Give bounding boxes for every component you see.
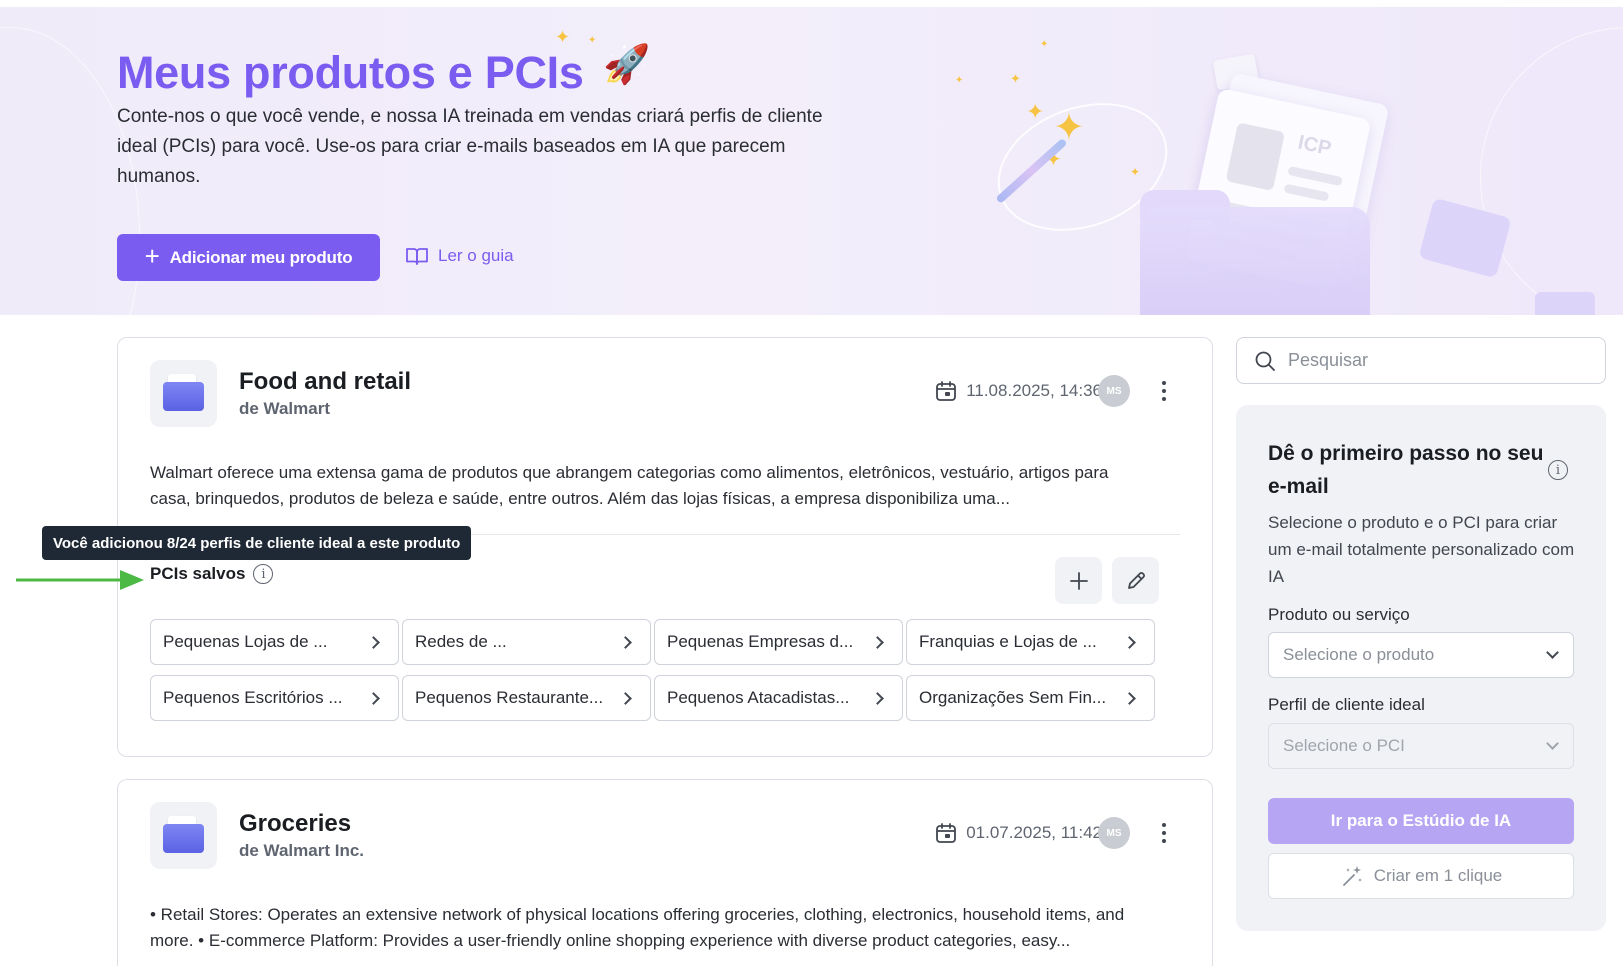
chevron-right-icon	[367, 635, 380, 649]
add-pci-button[interactable]	[1055, 557, 1102, 604]
document-line	[1283, 183, 1330, 202]
avatar: MS	[1098, 817, 1130, 849]
folder-body	[163, 824, 204, 853]
pci-chip[interactable]: Organizações Sem Fin...	[906, 675, 1155, 721]
icp-select-label: Perfil de cliente ideal	[1268, 695, 1425, 714]
product-folder-icon	[150, 802, 217, 869]
chevron-right-icon	[619, 635, 632, 649]
pci-chip-label: Pequenas Lojas de ...	[163, 632, 328, 651]
magic-wand-icon	[1342, 866, 1362, 886]
go-to-ai-studio-button[interactable]: Ir para o Estúdio de IA	[1268, 798, 1574, 844]
chevron-down-icon	[1546, 737, 1559, 750]
panel-title: Dê o primeiro passo no seu e-mail	[1268, 442, 1544, 498]
product-company: de Walmart Inc.	[239, 841, 365, 860]
hero-description: Conte-nos o que você vende, e nossa IA t…	[117, 106, 823, 187]
pci-chip[interactable]: Franquias e Lojas de ...	[906, 619, 1155, 665]
add-product-button[interactable]: + Adicionar meu produto	[117, 234, 380, 281]
email-starter-panel: Dê o primeiro passo no seu e-mail i Sele…	[1236, 405, 1606, 931]
edit-pcis-button[interactable]	[1112, 557, 1159, 604]
icp-select-placeholder: Selecione o PCI	[1283, 736, 1405, 755]
search-input[interactable]	[1288, 350, 1588, 371]
pci-chip-label: Pequenos Escritórios ...	[163, 688, 343, 707]
book-icon	[406, 248, 428, 265]
product-description: Walmart oferece uma extensa gama de prod…	[150, 463, 1109, 508]
rocket-icon: 🚀	[603, 44, 651, 86]
sparkle-icon: ✦	[955, 75, 964, 86]
more-options-icon[interactable]	[1160, 379, 1168, 403]
pci-chip-label: Pequenas Empresas d...	[667, 632, 854, 651]
product-select[interactable]: Selecione o produto	[1268, 632, 1574, 678]
search-icon	[1255, 351, 1275, 371]
product-date-text: 11.08.2025, 14:36	[966, 381, 1102, 400]
chevron-down-icon	[1546, 646, 1559, 659]
sparkle-icon: ✦	[1010, 71, 1021, 86]
more-options-icon[interactable]	[1160, 821, 1168, 845]
product-select-label: Produto ou serviço	[1268, 605, 1410, 624]
calendar-icon	[936, 381, 957, 401]
product-folder-icon	[150, 360, 217, 427]
pci-chip[interactable]: Redes de ...	[402, 619, 651, 665]
sparkle-icon: ✦	[555, 27, 571, 47]
folder-body	[163, 382, 204, 411]
saved-pcis-heading: PCIs salvos i	[150, 564, 274, 584]
product-description: • Retail Stores: Operates an extensive n…	[150, 905, 1125, 950]
read-guide-link[interactable]: Ler o guia	[405, 246, 514, 266]
folder-icon	[1535, 292, 1595, 315]
chevron-right-icon	[1123, 691, 1136, 705]
one-click-label: Criar em 1 clique	[1373, 866, 1503, 885]
info-icon[interactable]: i	[253, 564, 274, 584]
product-title[interactable]: Food and retail	[239, 368, 411, 396]
info-icon[interactable]: i	[1548, 460, 1568, 480]
pci-chip[interactable]: Pequenos Restaurante...	[402, 675, 651, 721]
add-product-label: Adicionar meu produto	[169, 247, 353, 267]
sparkle-icon: ✦	[588, 35, 597, 46]
pci-chip[interactable]: Pequenas Empresas d...	[654, 619, 903, 665]
chevron-right-icon	[871, 635, 884, 649]
read-guide-label: Ler o guia	[438, 246, 514, 265]
saved-pcis-label: PCIs salvos	[150, 564, 246, 583]
calendar-icon	[936, 823, 957, 843]
chevron-right-icon	[871, 691, 884, 705]
pencil-icon	[1127, 571, 1145, 589]
plus-icon: +	[144, 241, 160, 271]
pci-chip-label: Pequenos Atacadistas...	[667, 688, 850, 707]
one-click-create-button[interactable]: Criar em 1 clique	[1268, 853, 1574, 899]
product-date: 11.08.2025, 14:36	[934, 379, 1102, 403]
chevron-right-icon	[619, 691, 632, 705]
sparkle-icon: ✦	[1040, 39, 1049, 50]
pci-chip-label: Pequenos Restaurante...	[415, 688, 604, 707]
pci-chip-label: Franquias e Lojas de ...	[919, 632, 1097, 651]
product-title[interactable]: Groceries	[239, 810, 351, 838]
search-field[interactable]	[1236, 337, 1606, 384]
chevron-right-icon	[367, 691, 380, 705]
document-line	[1287, 165, 1343, 187]
pci-chip-label: Redes de ...	[415, 632, 507, 651]
annotation-arrow-icon	[16, 570, 144, 590]
avatar: MS	[1098, 375, 1130, 407]
pci-chip-label: Organizações Sem Fin...	[919, 688, 1107, 707]
pcis-count-tooltip: Você adicionou 8/24 perfis de cliente id…	[42, 526, 472, 560]
icp-badge: ICP	[1295, 131, 1334, 160]
product-company: de Walmart	[239, 399, 331, 418]
pci-chip[interactable]: Pequenas Lojas de ...	[150, 619, 399, 665]
icp-select[interactable]: Selecione o PCI	[1268, 723, 1574, 769]
chevron-right-icon	[1123, 635, 1136, 649]
panel-description: Selecione o produto e o PCI para criar u…	[1268, 513, 1575, 586]
folder-icon	[1418, 197, 1512, 279]
product-card[interactable]: Groceries de Walmart Inc. 01.07.2025, 11…	[117, 779, 1213, 966]
product-select-placeholder: Selecione o produto	[1283, 645, 1435, 664]
hero-illustration: ✦ ✦ ✦ ✦ ✦ ✦ ✦ ICP	[950, 27, 1623, 315]
product-date: 01.07.2025, 11:42	[934, 821, 1102, 845]
plus-icon	[1069, 571, 1088, 590]
pci-chip[interactable]: Pequenos Escritórios ...	[150, 675, 399, 721]
hero-banner: Meus produtos e PCIs ✦ ✦ 🚀 Conte-nos o q…	[0, 7, 1623, 315]
pci-chip[interactable]: Pequenos Atacadistas...	[654, 675, 903, 721]
document-avatar	[1225, 122, 1286, 192]
product-date-text: 01.07.2025, 11:42	[966, 823, 1102, 842]
page-title: Meus produtos e PCIs	[117, 47, 584, 98]
folder-icon	[1140, 207, 1370, 315]
